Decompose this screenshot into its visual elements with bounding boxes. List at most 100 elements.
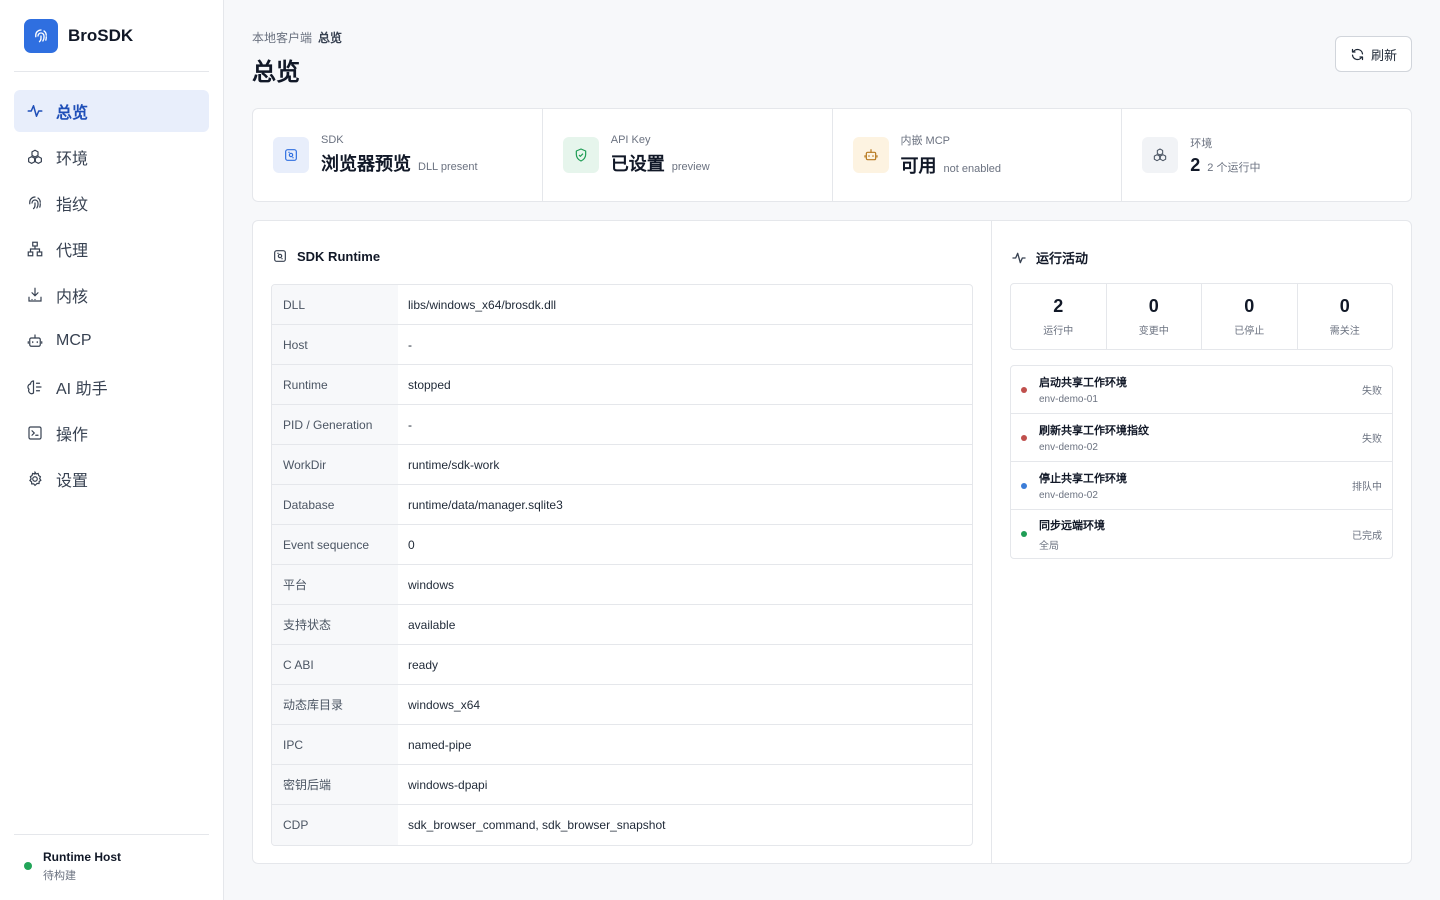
sidebar-item-overview[interactable]: 总览	[14, 90, 209, 132]
cubes-icon	[1142, 137, 1179, 173]
row-value: named-pipe	[408, 737, 472, 752]
sdk-runtime-table: DLL libs/windows_x64/brosdk.dll Host - Runti…	[271, 284, 973, 846]
sidebar-item-label: 指纹	[56, 197, 89, 214]
activity-title: 运行活动	[1036, 251, 1089, 266]
brand-name: BroSDK	[68, 26, 134, 45]
download-tray-icon	[26, 286, 44, 304]
refresh-button[interactable]: 刷新	[1335, 36, 1412, 72]
table-row: WorkDir runtime/sdk-work	[272, 445, 972, 485]
status-badge: 失败	[1362, 434, 1382, 445]
table-row: Host -	[272, 325, 972, 365]
cubes-icon	[26, 148, 44, 166]
sidebar-item-fingerprint[interactable]: 指纹	[14, 182, 209, 224]
fingerprint-icon	[26, 194, 44, 212]
sidebar-item-label: 操作	[56, 427, 89, 444]
bot-icon	[852, 137, 889, 173]
stat-sub: DLL present	[418, 161, 478, 173]
table-row: C ABI ready	[272, 645, 972, 685]
row-value: ready	[408, 657, 439, 672]
sidebar: BroSDK 总览 环境 指纹 代理 内核 MCP AI 助手 操作 设置 Ru…	[0, 0, 224, 900]
status-badge: 排队中	[1352, 482, 1382, 493]
panel-divider	[991, 221, 992, 863]
table-row: 支持状态 available	[272, 605, 972, 645]
stat-card-api-key: API Key 已设置 preview	[543, 109, 833, 201]
table-row: PID / Generation -	[272, 405, 972, 445]
status-dot	[1021, 482, 1027, 489]
activity-counters: 2 运行中 0 变更中 0 已停止 0 需关注	[1010, 283, 1393, 350]
stat-label: SDK	[321, 134, 344, 146]
activity-item-target: 全局	[1039, 540, 1059, 552]
table-row: DLL libs/windows_x64/brosdk.dll	[272, 285, 972, 325]
activity-counter: 0 已停止	[1202, 284, 1298, 349]
row-value: windows-dpapi	[408, 777, 488, 792]
counter-value: 2	[1053, 296, 1064, 316]
status-badge: 已完成	[1352, 530, 1382, 542]
sdk-chip-icon	[274, 250, 286, 262]
row-value: windows_x64	[408, 697, 481, 712]
stats-row: SDK 浏览器预览 DLL present API Key 已设置 preview …	[252, 108, 1412, 202]
sidebar-item-environments[interactable]: 环境	[14, 136, 209, 178]
status-dot	[1021, 531, 1027, 537]
row-key: Database	[272, 485, 398, 524]
main-panel: SDK Runtime DLL libs/windows_x64/brosdk.d…	[252, 220, 1412, 864]
sidebar-item-operations[interactable]: 操作	[14, 412, 209, 454]
stat-sub: 2 个运行中	[1207, 161, 1261, 174]
activity-icon	[26, 102, 44, 120]
row-value: runtime/sdk-work	[408, 457, 500, 472]
runtime-host-status[interactable]: Runtime Host 待构建	[24, 850, 121, 883]
stat-label: 环境	[1190, 137, 1213, 150]
sidebar-item-settings[interactable]: 设置	[14, 458, 209, 500]
row-key: 平台	[272, 565, 398, 604]
stat-card-sdk: SDK 浏览器预览 DLL present	[253, 109, 543, 201]
sidebar-item-ai-assistant[interactable]: AI 助手	[14, 366, 209, 408]
brand[interactable]: BroSDK	[24, 19, 133, 53]
sidebar-item-mcp[interactable]: MCP	[14, 320, 209, 362]
activity-item-title: 同步远端环境	[1039, 519, 1105, 532]
list-item[interactable]: 同步远端环境 全局 已完成	[1011, 510, 1392, 558]
stat-card-environments: 环境 2 2 个运行中	[1122, 109, 1411, 201]
activity-counter: 0 变更中	[1107, 284, 1202, 349]
breadcrumb: 本地客户端 总览	[252, 29, 342, 46]
refresh-label: 刷新	[1370, 47, 1397, 63]
activity-heading: 运行活动	[1011, 248, 1088, 267]
row-value: windows	[408, 577, 455, 592]
row-value: -	[408, 417, 412, 432]
counter-value: 0	[1148, 296, 1159, 316]
counter-label: 需关注	[1329, 326, 1360, 337]
stat-value: 可用	[900, 156, 937, 176]
sidebar-item-proxy[interactable]: 代理	[14, 228, 209, 270]
stat-sub: not enabled	[943, 163, 1002, 175]
sidebar-item-kernel[interactable]: 内核	[14, 274, 209, 316]
table-row: 平台 windows	[272, 565, 972, 605]
list-item[interactable]: 启动共享工作环境 env-demo-01 失败	[1011, 366, 1392, 414]
breadcrumb-parent[interactable]: 本地客户端	[252, 31, 312, 45]
fingerprint-icon	[24, 19, 58, 53]
activity-item-title: 停止共享工作环境	[1039, 473, 1127, 485]
stat-value: 2	[1190, 154, 1201, 175]
sidebar-item-label: 设置	[56, 473, 89, 490]
row-key: 动态库目录	[272, 685, 398, 724]
list-item[interactable]: 刷新共享工作环境指纹 env-demo-02 失败	[1011, 414, 1392, 462]
list-item[interactable]: 停止共享工作环境 env-demo-02 排队中	[1011, 462, 1392, 510]
row-value: sdk_browser_command, sdk_browser_snapsho…	[408, 818, 666, 832]
status-dot	[1021, 434, 1027, 441]
row-key: C ABI	[272, 645, 398, 684]
counter-label: 运行中	[1043, 326, 1074, 337]
sidebar-nav: 总览 环境 指纹 代理 内核 MCP AI 助手 操作 设置	[14, 90, 209, 504]
row-value: available	[408, 617, 456, 632]
activity-item-target: env-demo-01	[1039, 394, 1098, 405]
table-row: 密钥后端 windows-dpapi	[272, 765, 972, 805]
row-key: 支持状态	[272, 605, 398, 644]
activity-item-target: env-demo-02	[1039, 490, 1098, 501]
runtime-host-status-text: 待构建	[43, 870, 76, 882]
terminal-icon	[26, 424, 44, 442]
sdk-runtime-heading: SDK Runtime	[272, 248, 380, 264]
sidebar-divider	[14, 71, 209, 72]
activity-counter: 0 需关注	[1298, 284, 1393, 349]
breadcrumb-current: 总览	[318, 31, 343, 45]
sidebar-item-label: AI 助手	[56, 381, 108, 398]
activity-item-title: 刷新共享工作环境指纹	[1039, 425, 1149, 437]
row-key: WorkDir	[272, 445, 398, 484]
activity-counter: 2 运行中	[1011, 284, 1107, 349]
gear-icon	[26, 470, 44, 488]
